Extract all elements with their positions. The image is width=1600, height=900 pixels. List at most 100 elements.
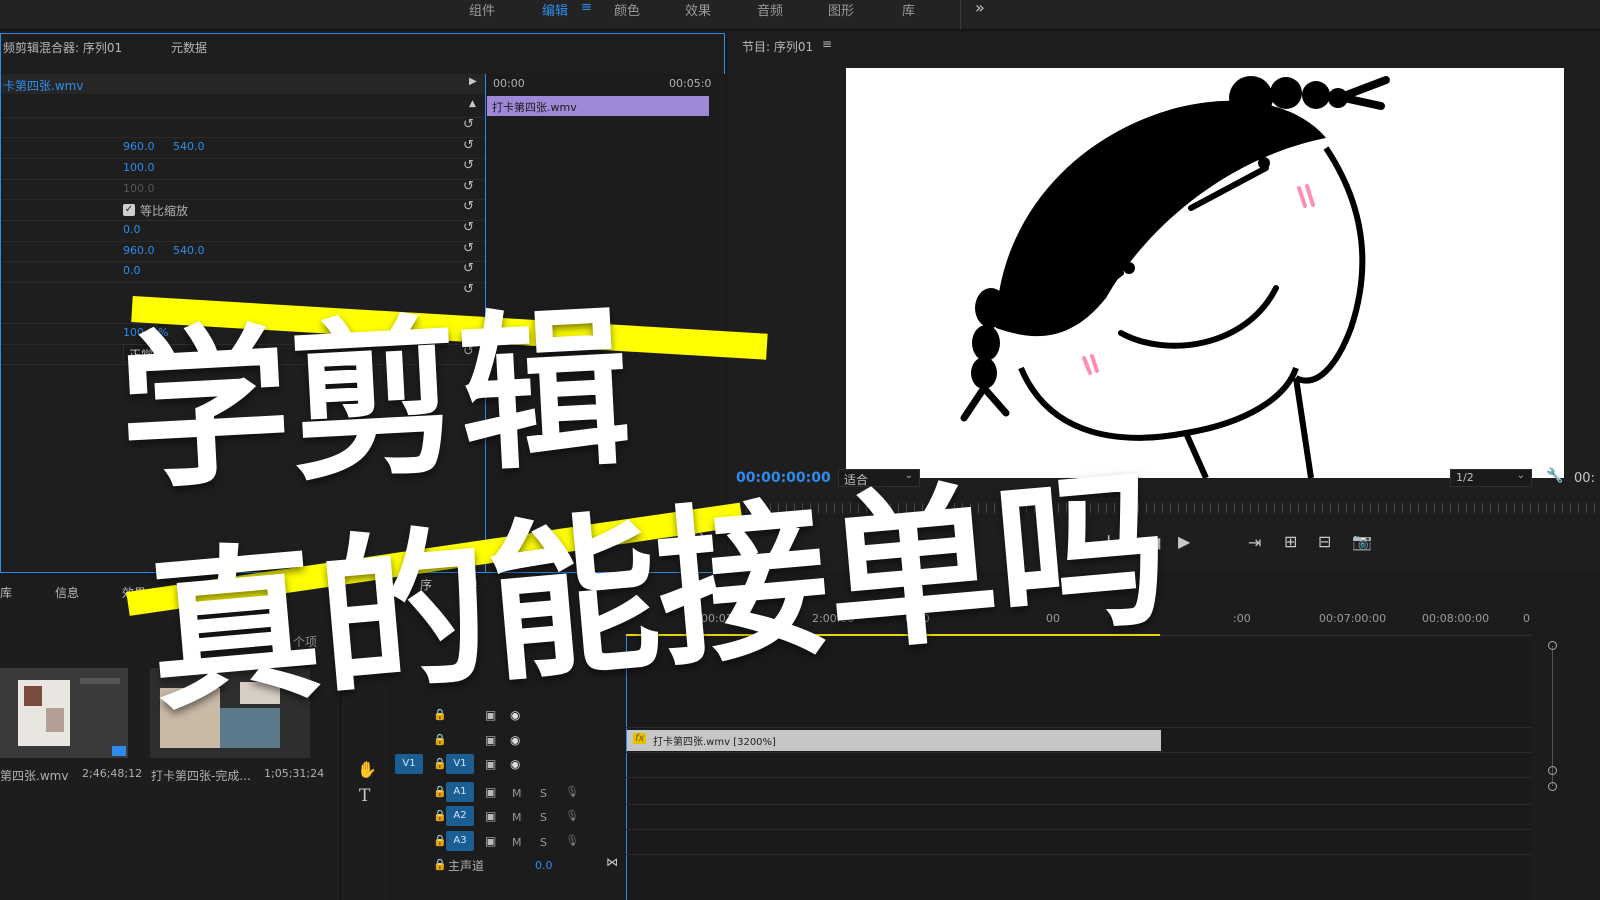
doodle-face-image [960, 76, 1390, 478]
lock-icon[interactable]: 🔒 [433, 785, 447, 798]
mute-button[interactable]: M [512, 836, 522, 849]
scale-width-value: 100.0 [123, 182, 155, 195]
hand-tool-icon[interactable]: ✋ [357, 760, 377, 779]
solo-button[interactable]: S [540, 811, 547, 824]
film-icon[interactable]: ▣ [485, 757, 496, 771]
microphone-icon[interactable]: 🎙 [565, 809, 579, 822]
camera-icon[interactable]: 📷 [1352, 532, 1372, 551]
title-line-1: 学剪辑 [114, 289, 635, 514]
workspace-tab-graphics[interactable]: 图形 [828, 0, 854, 19]
project-item-name[interactable]: 第四张.wmv [0, 767, 68, 784]
scroll-handle[interactable] [1548, 766, 1557, 775]
lock-icon[interactable]: 🔒 [433, 834, 447, 847]
project-item-thumbnail[interactable] [0, 668, 128, 758]
ec-clip-name[interactable]: 卡第四张.wmv [3, 77, 83, 94]
reset-icon[interactable]: ↺ [463, 118, 474, 131]
lock-icon[interactable]: 🔒 [433, 858, 447, 871]
chevron-down-icon: ⌄ [1516, 470, 1525, 481]
play-triangle-icon[interactable]: ▶ [469, 76, 477, 87]
timeline-clip-label: 打卡第四张.wmv [3200%] [653, 737, 776, 748]
reset-icon[interactable]: ↺ [463, 283, 474, 296]
lock-icon[interactable]: 🔒 [433, 757, 447, 770]
reset-icon[interactable]: ↺ [463, 221, 474, 234]
reset-icon[interactable]: ↺ [463, 159, 474, 172]
reset-icon[interactable]: ↺ [463, 200, 474, 213]
go-to-end-icon[interactable]: ⋈ [606, 855, 618, 869]
reset-icon[interactable]: ↺ [463, 242, 474, 255]
a1-track-target[interactable]: A1 [446, 782, 474, 802]
eye-icon[interactable]: ◉ [510, 708, 520, 722]
reset-icon[interactable]: ↺ [463, 180, 474, 193]
film-icon[interactable]: ▣ [485, 809, 496, 823]
scroll-handle[interactable] [1548, 641, 1557, 650]
v1-source-patch[interactable]: V1 [395, 754, 423, 774]
microphone-icon[interactable]: 🎙 [565, 785, 579, 798]
rotation-value[interactable]: 0.0 [123, 223, 141, 236]
scroll-handle[interactable] [1548, 782, 1557, 791]
workspace-tab-libraries[interactable]: 库 [902, 0, 915, 19]
reset-icon[interactable]: ↺ [463, 139, 474, 152]
mute-button[interactable]: M [512, 811, 522, 824]
project-item-name[interactable]: 打卡第四张-完成... [151, 767, 251, 784]
flicker-value[interactable]: 0.0 [123, 264, 141, 277]
workspace-tab-audio[interactable]: 音频 [757, 0, 783, 19]
ruler-label: 00:07:00:00 [1319, 612, 1387, 625]
resolution-dropdown[interactable]: 1/2 ⌄ [1450, 469, 1532, 487]
position-y-value[interactable]: 540.0 [173, 140, 205, 153]
film-icon[interactable]: ▣ [485, 834, 496, 848]
anchor-x-value[interactable]: 960.0 [123, 244, 155, 257]
workspace-tab-color[interactable]: 颜色 [614, 0, 640, 19]
extract-icon[interactable]: ⊟ [1318, 532, 1331, 551]
position-x-value[interactable]: 960.0 [123, 140, 155, 153]
ec-time-start: 00:00 [493, 77, 525, 90]
workspace-menu-icon[interactable]: ≡ [581, 0, 592, 15]
play-icon[interactable]: ▶ [1178, 532, 1190, 551]
program-video-frame[interactable] [846, 68, 1564, 478]
workspace-bar: 组件 编辑 ≡ 颜色 效果 音频 图形 库 » [0, 0, 1600, 30]
program-monitor-title[interactable]: 节目: 序列01 [742, 38, 813, 55]
uniform-scale-label: 等比缩放 [140, 204, 189, 218]
timeline-video-clip[interactable]: fx 打卡第四张.wmv [3200%] [627, 730, 1161, 751]
lock-icon[interactable]: 🔒 [433, 809, 447, 822]
sequence-badge-icon [112, 746, 126, 756]
wrench-icon[interactable]: 🔧 [1546, 468, 1563, 484]
eye-icon[interactable]: ◉ [510, 733, 520, 747]
anchor-y-value[interactable]: 540.0 [173, 244, 205, 257]
a3-track-target[interactable]: A3 [446, 831, 474, 851]
program-monitor-menu-icon[interactable]: ≡ [822, 37, 832, 51]
workspace-tab-editing[interactable]: 编辑 [542, 0, 568, 19]
reset-icon[interactable]: ↺ [463, 262, 474, 275]
scale-value[interactable]: 100.0 [123, 161, 155, 174]
master-volume-value[interactable]: 0.0 [535, 859, 553, 872]
a2-track-target[interactable]: A2 [446, 806, 474, 826]
film-icon[interactable]: ▣ [485, 733, 496, 747]
project-item-duration: 2;46;48;12 [82, 767, 143, 780]
uniform-scale-checkbox[interactable]: ✓ [123, 204, 135, 216]
timeline-vscroll-track[interactable] [1552, 646, 1553, 786]
tab-library[interactable]: 库 [0, 584, 12, 601]
v1-track-target[interactable]: V1 [446, 754, 474, 774]
resolution-value: 1/2 [1456, 471, 1474, 484]
tab-info[interactable]: 信息 [55, 584, 79, 601]
type-tool-icon[interactable]: T [359, 786, 370, 806]
scroll-up-icon[interactable]: ▲ [469, 99, 476, 109]
mute-button[interactable]: M [512, 787, 522, 800]
eye-icon[interactable]: ◉ [510, 757, 520, 771]
lock-icon[interactable]: 🔒 [433, 733, 447, 746]
workspace-more-icon[interactable]: » [975, 0, 985, 17]
ec-clip-bar[interactable]: 打卡第四张.wmv [487, 96, 709, 116]
workspace-tab-effects[interactable]: 效果 [685, 0, 711, 19]
tab-metadata[interactable]: 元数据 [171, 39, 207, 56]
master-track-label: 主声道 [448, 859, 485, 873]
solo-button[interactable]: S [540, 787, 547, 800]
tab-audio-clip-mixer[interactable]: 频剪辑混合器: 序列01 [3, 39, 122, 56]
ec-time-end: 00:05:0 [669, 77, 712, 90]
film-icon[interactable]: ▣ [485, 785, 496, 799]
go-to-out-icon[interactable]: ⇥ [1248, 533, 1261, 552]
workspace-divider [960, 0, 961, 30]
lift-icon[interactable]: ⊞ [1284, 532, 1297, 551]
film-icon[interactable]: ▣ [485, 708, 496, 722]
microphone-icon[interactable]: 🎙 [565, 834, 579, 847]
workspace-tab-assembly[interactable]: 组件 [469, 0, 495, 19]
solo-button[interactable]: S [540, 836, 547, 849]
